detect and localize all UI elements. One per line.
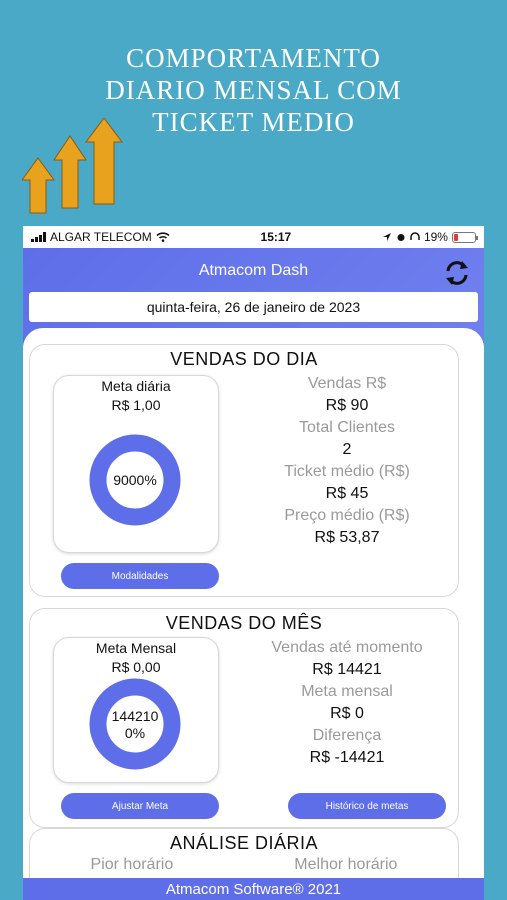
- location-icon: [382, 233, 391, 241]
- battery-icon: [451, 231, 478, 243]
- monthly-donut-line-1: 144210: [112, 708, 159, 724]
- refresh-icon[interactable]: [440, 256, 474, 290]
- stat-label-ticket: Ticket médio (R$): [284, 463, 410, 480]
- stat-label-month-sales: Vendas até momento: [271, 639, 423, 656]
- headline-line-1: COMPORTAMENTO: [126, 43, 381, 73]
- daily-meta-value: R$ 1,00: [111, 397, 161, 413]
- signal-icon: [31, 232, 46, 242]
- daily-sales-title: VENDAS DO DIA: [170, 349, 318, 369]
- adjust-goal-button[interactable]: Ajustar Meta: [61, 793, 219, 819]
- clock: 15:17: [260, 230, 292, 244]
- stat-value-month-sales: R$ 14421: [312, 661, 382, 678]
- modalidades-button[interactable]: Modalidades: [61, 563, 219, 589]
- wifi-icon: [156, 232, 170, 242]
- headphones-icon: [410, 232, 420, 240]
- battery-percent: 19%: [423, 230, 448, 244]
- monthly-sales-card: VENDAS DO MÊS Meta Mensal R$ 0,00 144210…: [29, 608, 459, 828]
- stat-label-sales: Vendas R$: [307, 375, 387, 392]
- daily-sales-card: VENDAS DO DIA Meta diária R$ 1,00 9000% …: [29, 344, 459, 597]
- stat-value-sales: R$ 90: [325, 397, 369, 414]
- daily-donut-chart: 9000%: [89, 434, 181, 526]
- phone-screen: ALGAR TELECOM 15:17 19% Atmacom Dash qui…: [23, 226, 484, 900]
- alarm-icon: [397, 234, 405, 241]
- monthly-donut-chart: 144210 0%: [89, 678, 181, 770]
- worst-hour-label: Pior horário: [90, 856, 174, 873]
- daily-stats: Vendas R$ R$ 90 Total Clientes 2 Ticket …: [242, 373, 452, 549]
- date-display[interactable]: quinta-feira, 26 de janeiro de 2023: [29, 292, 478, 322]
- stat-label-customers: Total Clientes: [298, 419, 396, 436]
- best-hour-label: Melhor horário: [294, 856, 398, 873]
- headline-line-2: DIARIO MENSAL COM: [105, 75, 402, 105]
- dashboard-content: VENDAS DO DIA Meta diária R$ 1,00 9000% …: [23, 328, 484, 900]
- growth-arrows-icon: [22, 118, 123, 214]
- monthly-sales-title: VENDAS DO MÊS: [165, 613, 323, 633]
- daily-donut-text: 9000%: [113, 472, 157, 488]
- footer: Atmacom Software® 2021: [23, 878, 484, 900]
- goal-history-button[interactable]: Histórico de metas: [288, 793, 446, 819]
- monthly-meta-value: R$ 0,00: [111, 659, 161, 675]
- app-title: Atmacom Dash: [198, 262, 309, 279]
- monthly-donut-line-2: 0%: [125, 725, 145, 741]
- daily-meta-box: Meta diária R$ 1,00 9000%: [53, 375, 219, 553]
- stat-label-difference: Diferença: [312, 727, 382, 744]
- daily-meta-label: Meta diária: [101, 378, 171, 394]
- stat-value-ticket: R$ 45: [325, 485, 369, 502]
- stat-label-month-goal: Meta mensal: [301, 683, 393, 700]
- daily-analysis-title: ANÁLISE DIÁRIA: [169, 833, 319, 853]
- stat-value-customers: 2: [342, 441, 352, 458]
- carrier-label: ALGAR TELECOM: [50, 230, 152, 244]
- status-bar: ALGAR TELECOM 15:17 19%: [23, 226, 484, 248]
- stat-value-avg-price: R$ 53,87: [314, 529, 380, 546]
- monthly-meta-label: Meta Mensal: [95, 640, 177, 656]
- stat-value-month-goal: R$ 0: [330, 705, 364, 722]
- monthly-stats: Vendas até momento R$ 14421 Meta mensal …: [242, 637, 452, 769]
- stat-value-difference: R$ -14421: [309, 749, 385, 766]
- monthly-meta-box: Meta Mensal R$ 0,00 144210 0%: [53, 637, 219, 783]
- stat-label-avg-price: Preço médio (R$): [284, 507, 410, 524]
